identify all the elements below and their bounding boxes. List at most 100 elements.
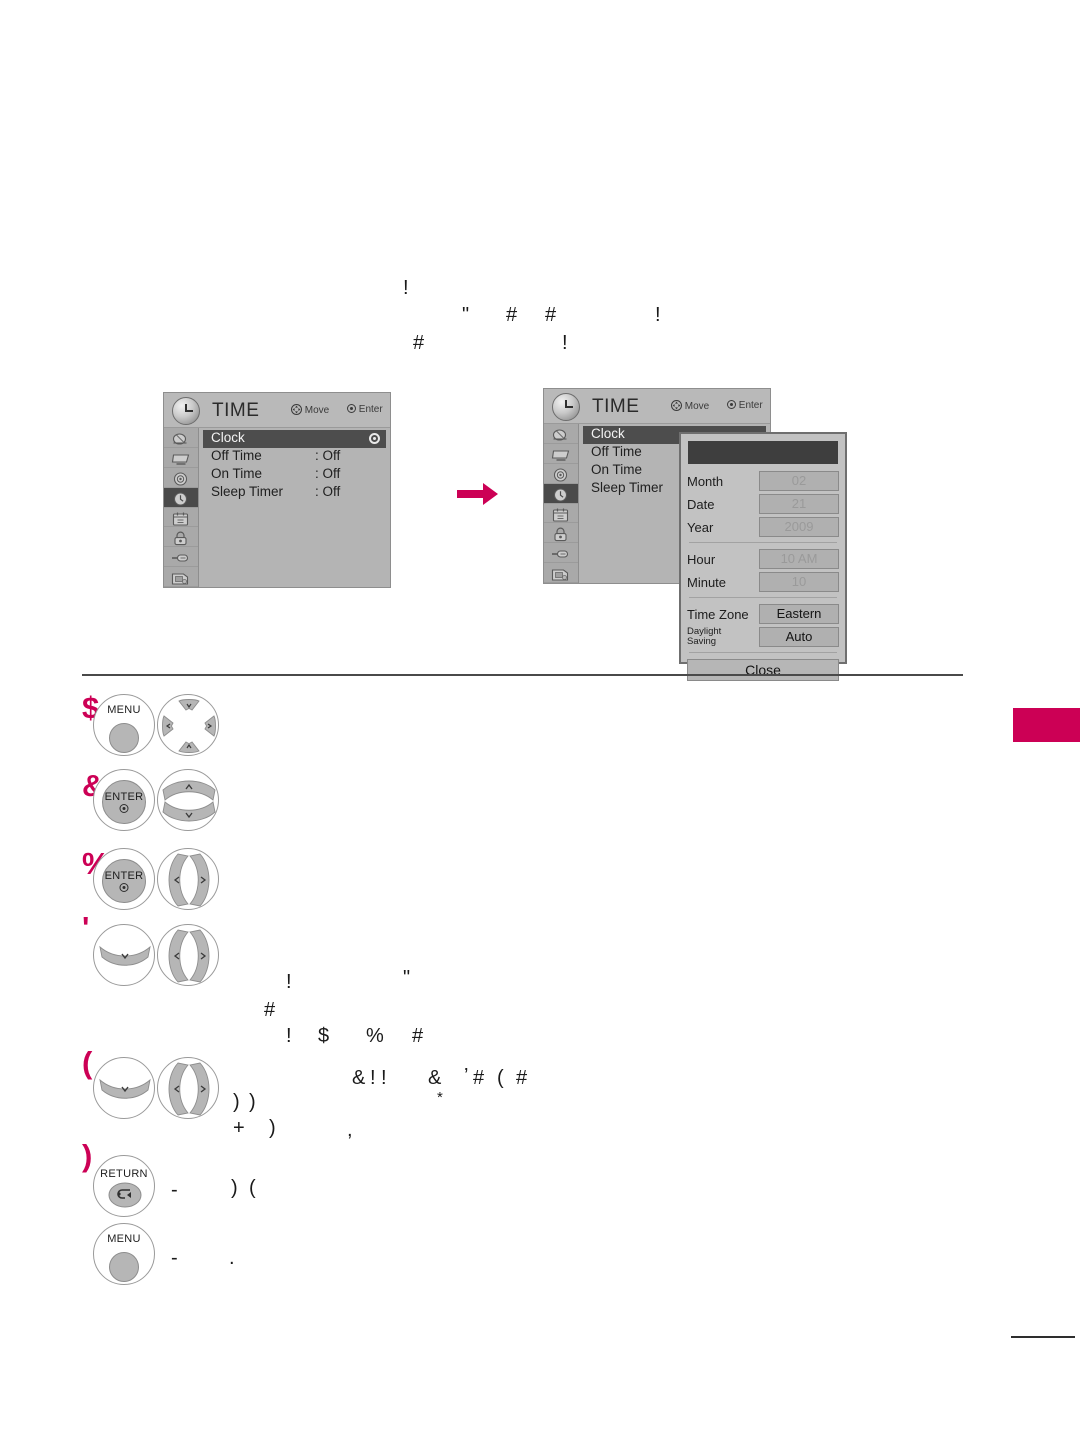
rail-item-input[interactable]: [164, 547, 198, 568]
screen-icon: [551, 450, 570, 461]
channel-icon: [552, 508, 569, 522]
time-menu-panel-before[interactable]: TIME Move Enter Clock Off Time: Off On Tim…: [163, 392, 391, 588]
rail-item-picture[interactable]: [164, 428, 198, 448]
text-glyph: ): [249, 1091, 256, 1113]
up-down-ring[interactable]: [157, 769, 219, 831]
pad-down[interactable]: [162, 801, 216, 822]
rail-item-lock[interactable]: [544, 523, 578, 544]
text-glyph: !: [562, 332, 568, 354]
rail-item-screen[interactable]: [164, 448, 198, 468]
down-button[interactable]: [93, 1057, 155, 1119]
left-right-ring[interactable]: [157, 924, 219, 986]
dialog-field-row[interactable]: Daylight Saving Auto: [687, 627, 839, 647]
enter-button[interactable]: ENTER: [93, 848, 155, 910]
pad-left[interactable]: [168, 929, 189, 983]
pad-right[interactable]: [189, 853, 210, 907]
left-right-ring[interactable]: [157, 1057, 219, 1119]
menu-row[interactable]: Clock: [203, 430, 386, 448]
text-glyph: %: [366, 1025, 384, 1047]
dialog-titlebar: [688, 441, 838, 464]
time-icon: [173, 492, 188, 506]
pad-up[interactable]: [162, 780, 216, 801]
menu-row-label: Off Time: [591, 444, 642, 459]
text-glyph: $: [318, 1025, 330, 1047]
category-rail[interactable]: [544, 424, 579, 583]
category-rail[interactable]: [164, 428, 199, 587]
panel-header: TIME Move Enter: [164, 393, 390, 428]
dialog-field-value[interactable]: 02: [759, 471, 839, 491]
dialog-field-row[interactable]: Date 21: [687, 494, 839, 514]
dialog-field-row[interactable]: Hour 10 AM: [687, 549, 839, 569]
dialog-field-label: Month: [687, 473, 724, 489]
close-button[interactable]: Close: [687, 659, 839, 681]
down-button[interactable]: [93, 924, 155, 986]
dialog-field-label: Time Zone: [687, 606, 749, 622]
menu-items[interactable]: Clock Off Time: Off On Time: Off Sleep Time…: [199, 428, 390, 587]
pad-right[interactable]: [189, 1062, 210, 1116]
rail-item-time[interactable]: [544, 483, 578, 504]
date-field-group[interactable]: Month 02 Date 21 Year 2009: [687, 471, 839, 537]
return-button[interactable]: RETURN: [93, 1155, 155, 1217]
audio-icon: [553, 468, 568, 482]
menu-row[interactable]: Off Time: Off: [203, 448, 386, 466]
footer-rule: [1011, 1336, 1075, 1339]
dialog-field-row[interactable]: Time Zone Eastern: [687, 604, 839, 624]
menu-row-label: On Time: [211, 466, 263, 481]
rail-item-channel[interactable]: [544, 504, 578, 524]
dialog-field-label: Date: [687, 496, 715, 512]
rail-item-time[interactable]: [164, 487, 198, 508]
dialog-field-row[interactable]: Month 02: [687, 471, 839, 491]
divider: [689, 652, 837, 653]
enter-button-label: ENTER: [104, 791, 144, 803]
menu-row[interactable]: Sleep Timer: Off: [203, 484, 386, 502]
time-icon: [553, 488, 568, 502]
menu-row-label: Clock: [591, 426, 625, 441]
rail-item-usb[interactable]: [164, 567, 198, 587]
rail-item-lock[interactable]: [164, 527, 198, 548]
down-arrow-pad[interactable]: [99, 945, 151, 966]
menu-button-knob[interactable]: [109, 723, 139, 753]
menu-button[interactable]: MENU: [93, 694, 155, 756]
rail-item-channel[interactable]: [164, 508, 198, 528]
text-glyph: #: [545, 304, 557, 326]
pad-right[interactable]: [189, 929, 210, 983]
down-arrow-pad[interactable]: [99, 1078, 151, 1099]
menu-row[interactable]: On Time: Off: [203, 466, 386, 484]
text-glyph: #: [473, 1067, 485, 1089]
rail-item-picture[interactable]: [544, 424, 578, 444]
menu-row-value: : Off: [315, 484, 341, 499]
dialog-field-value[interactable]: 2009: [759, 517, 839, 537]
menu-button-knob[interactable]: [109, 1252, 139, 1282]
dialog-field-value[interactable]: Auto: [759, 627, 839, 647]
dpad-nav-ring[interactable]: [157, 694, 219, 756]
menu-button[interactable]: MENU: [93, 1223, 155, 1285]
timezone-field-group[interactable]: Time Zone Eastern Daylight Saving Auto: [687, 604, 839, 647]
rail-item-audio[interactable]: [164, 468, 198, 488]
dialog-field-value[interactable]: Eastern: [759, 604, 839, 624]
text-glyph: -: [171, 1247, 178, 1269]
clock-icon: [172, 397, 200, 425]
return-arrow-icon: [108, 1182, 142, 1208]
rail-item-usb[interactable]: [544, 563, 578, 583]
pad-up[interactable]: [178, 699, 200, 711]
pad-left[interactable]: [168, 1062, 189, 1116]
hint-move: Move: [671, 400, 709, 412]
enter-button[interactable]: ENTER: [93, 769, 155, 831]
divider: [689, 597, 837, 598]
rail-item-audio[interactable]: [544, 464, 578, 484]
pad-left[interactable]: [168, 853, 189, 907]
input-icon: [172, 554, 189, 562]
rail-item-input[interactable]: [544, 543, 578, 564]
time-field-group[interactable]: Hour 10 AM Minute 10: [687, 549, 839, 592]
dialog-field-value[interactable]: 21: [759, 494, 839, 514]
pad-down[interactable]: [178, 741, 200, 753]
rail-item-screen[interactable]: [544, 444, 578, 464]
dialog-field-value[interactable]: 10 AM: [759, 549, 839, 569]
dialog-field-row[interactable]: Year 2009: [687, 517, 839, 537]
dialog-field-value[interactable]: 10: [759, 572, 839, 592]
menu-row-label: Off Time: [211, 448, 262, 463]
clock-setup-dialog[interactable]: Month 02 Date 21 Year 2009 Hour 10 AM Minute 10 …: [679, 432, 847, 681]
dialog-field-label: Minute: [687, 574, 727, 590]
dialog-field-row[interactable]: Minute 10: [687, 572, 839, 592]
left-right-ring[interactable]: [157, 848, 219, 910]
